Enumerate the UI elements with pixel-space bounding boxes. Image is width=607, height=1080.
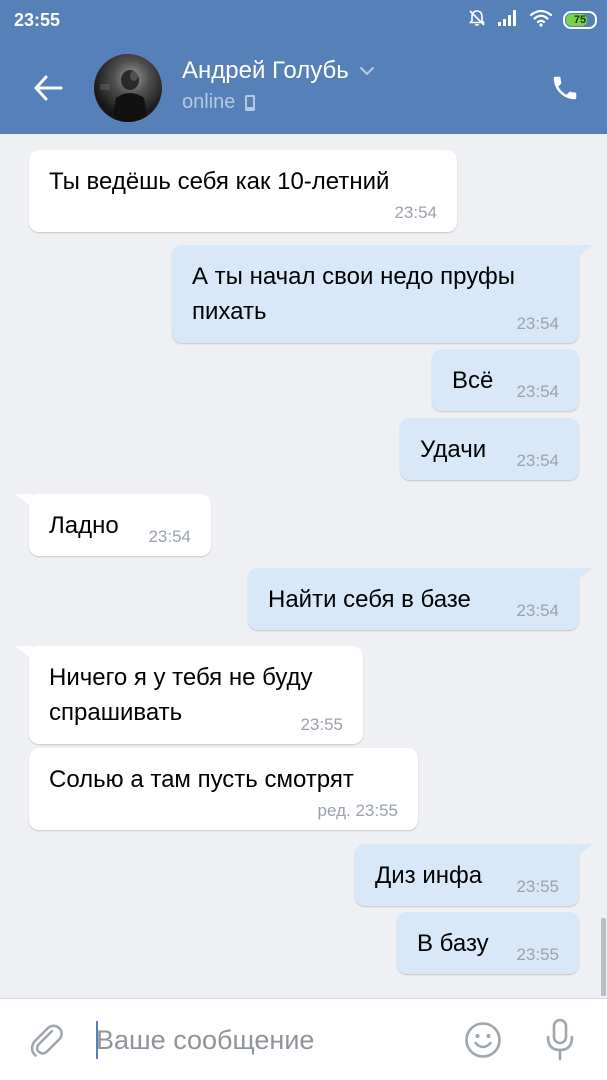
message-text-line: Ничего я у тебя не буду xyxy=(49,664,313,691)
avatar[interactable] xyxy=(94,54,162,122)
message-text-line: А ты начал свои недо пруфы xyxy=(192,263,515,290)
alarm-off-icon xyxy=(467,8,487,33)
input-bar xyxy=(0,998,607,1080)
message-text-line: Найти себя в базе xyxy=(268,586,471,613)
message-text-line: Всё xyxy=(452,367,494,394)
bubble-tail xyxy=(575,568,593,582)
voice-button[interactable] xyxy=(540,1017,580,1063)
outgoing-message[interactable]: В базу 23:55 xyxy=(397,912,579,974)
bubble-tail xyxy=(575,245,593,259)
outgoing-message[interactable]: Найти себя в базе 23:54 xyxy=(248,568,593,630)
bubble-tail xyxy=(15,494,33,508)
incoming-message[interactable]: Ты ведёшь себя как 10-летний 23:54 xyxy=(29,150,457,232)
message-text: Солью а там пусть смотрят xyxy=(49,762,354,797)
message-text-line: В базу xyxy=(417,930,489,957)
contact-status-text: online xyxy=(182,91,236,113)
message-text: А ты начал свои недо пруфы пихать xyxy=(192,259,515,329)
bubble-tail xyxy=(575,844,593,858)
back-button[interactable] xyxy=(30,70,66,106)
battery-level: 75 xyxy=(573,14,587,26)
message-text: Ты ведёшь себя как 10-летний xyxy=(49,164,389,199)
emoji-button[interactable] xyxy=(462,1019,504,1061)
incoming-message[interactable]: Ничего я у тебя не буду спрашивать 23:55 xyxy=(15,646,363,744)
message-time: 23:54 xyxy=(516,382,559,401)
outgoing-message[interactable]: Диз инфа 23:55 xyxy=(355,844,593,906)
message-input[interactable] xyxy=(96,1017,436,1063)
scrollbar[interactable] xyxy=(601,918,606,996)
message-text-line: спрашивать xyxy=(49,699,183,726)
status-time: 23:55 xyxy=(14,10,61,30)
message-time: 23:54 xyxy=(394,203,437,222)
attach-button[interactable] xyxy=(26,1019,66,1061)
message-time: 23:55 xyxy=(300,715,343,734)
status-icons: 75 xyxy=(467,9,597,31)
message-text: Всё xyxy=(452,363,493,398)
message-time: 23:54 xyxy=(516,451,559,470)
phone-icon xyxy=(553,76,577,100)
chevron-down-icon[interactable] xyxy=(359,66,375,76)
message-text-line: Ты ведёшь себя как 10-летний xyxy=(49,168,390,195)
status-bar: 23:55 75 xyxy=(0,0,607,40)
paperclip-icon xyxy=(30,1024,63,1057)
message-text-line: пихать xyxy=(192,298,267,325)
message-text: Диз инфа xyxy=(375,858,482,893)
back-arrow-icon xyxy=(34,75,63,101)
top-bar: 23:55 75 Андрей Голубь online xyxy=(0,0,607,134)
mobile-icon xyxy=(245,94,256,111)
battery-icon: 75 xyxy=(563,11,597,29)
message-text: Удачи xyxy=(420,432,486,467)
message-time: ред. 23:55 xyxy=(317,801,398,820)
message-text-line: Ладно xyxy=(49,512,119,539)
avatar-photo xyxy=(100,70,148,122)
message-text: Ладно xyxy=(49,508,119,543)
contact-name[interactable]: Андрей Голубь xyxy=(182,57,375,85)
emoji-icon xyxy=(465,1022,501,1058)
message-time: 23:54 xyxy=(516,314,559,333)
message-time: 23:55 xyxy=(516,877,559,896)
wifi-icon xyxy=(529,9,553,32)
outgoing-message[interactable]: Всё 23:54 xyxy=(432,349,579,411)
microphone-icon xyxy=(546,1018,574,1061)
call-button[interactable] xyxy=(545,68,585,108)
message-list[interactable]: Ты ведёшь себя как 10-летний 23:54 А ты на… xyxy=(0,134,607,998)
message-time: 23:54 xyxy=(148,527,191,546)
message-text-line: Диз инфа xyxy=(375,862,483,889)
incoming-message[interactable]: Солью а там пусть смотрят ред. 23:55 xyxy=(29,748,418,830)
incoming-message[interactable]: Ладно 23:54 xyxy=(15,494,211,556)
message-time: 23:55 xyxy=(516,945,559,964)
outgoing-message[interactable]: Удачи 23:54 xyxy=(400,418,579,480)
message-time: 23:54 xyxy=(516,601,559,620)
message-text: Найти себя в базе xyxy=(268,582,471,617)
message-text: В базу xyxy=(417,926,489,961)
contact-name-text: Андрей Голубь xyxy=(182,57,349,84)
message-text-line: Солью а там пусть смотрят xyxy=(49,766,354,793)
message-text-line: Удачи xyxy=(420,436,487,463)
signal-icon xyxy=(497,9,519,32)
contact-status: online xyxy=(182,91,256,114)
bubble-tail xyxy=(15,646,33,660)
chat-header: Андрей Голубь online xyxy=(0,40,607,134)
message-text: Ничего я у тебя не буду спрашивать xyxy=(49,660,313,730)
outgoing-message[interactable]: А ты начал свои недо пруфы пихать 23:54 xyxy=(172,245,593,343)
